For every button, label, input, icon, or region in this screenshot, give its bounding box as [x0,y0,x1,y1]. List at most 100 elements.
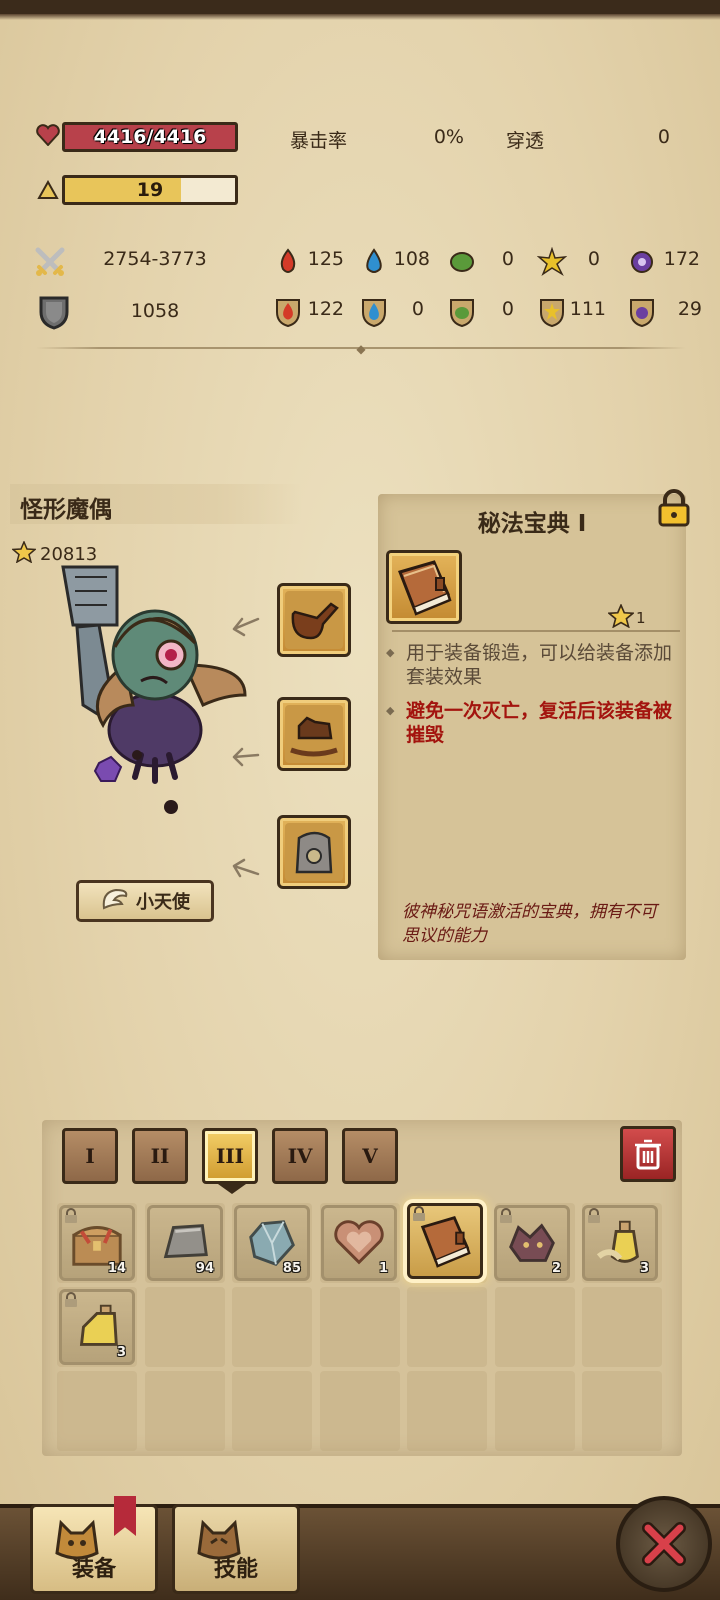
wing-icon [100,886,130,916]
inventory-grid-cell[interactable] [319,1287,400,1367]
drop-slot-rocking-horse[interactable] [277,697,351,771]
pipe-icon [285,591,343,649]
arrow-left-icon [228,858,260,882]
item-count: 14 [107,1261,126,1276]
hp-value: 4416/4416 [93,126,207,148]
angel-button[interactable]: 小天使 [76,880,214,922]
cat-helmet-icon [55,1519,99,1560]
star-icon [11,540,37,567]
inventory-slot-spellbook[interactable] [407,1203,483,1279]
item-count: 94 [195,1261,214,1276]
water-attack-icon [356,246,392,278]
dark-defense-icon [624,296,660,328]
angel-label: 小天使 [136,892,190,913]
detail-divider [392,630,680,632]
star-icon [606,603,636,632]
inventory-slot-wolf-head[interactable]: 2 [494,1205,570,1281]
inventory-slot-treasure-chest[interactable]: 14 [59,1205,135,1281]
inventory-grid-cell[interactable] [582,1287,662,1367]
lock-icon[interactable] [656,488,692,528]
dark-attack-icon [624,246,660,278]
nature-defense-value: 0 [501,298,514,320]
inventory-slot-iron-ingot[interactable]: 94 [147,1205,223,1281]
crossed-swords-icon [32,244,68,280]
dark-defense-value: 29 [677,298,702,320]
item-star-level: 1 [606,603,646,632]
item-count: 1 [378,1261,388,1276]
inventory-grid-cell[interactable] [319,1371,400,1451]
item-count: 3 [639,1261,649,1276]
lock-icon [65,1208,77,1223]
level-bar: 19 [62,175,238,205]
heart-icon [34,121,62,149]
lock-icon [500,1208,512,1223]
divider-ornament: ◆ [356,342,366,356]
inventory-grid-cell[interactable] [232,1371,312,1451]
item-count: 3 [116,1345,126,1360]
close-icon [642,1522,686,1566]
equip-tab-button[interactable]: 装备 [30,1504,158,1594]
tab-5[interactable]: V [342,1128,398,1184]
lightning-defense-value: 111 [569,298,606,320]
golem-monster-sprite[interactable] [55,555,265,815]
shield-icon [36,293,72,331]
inventory-grid-cell[interactable] [494,1287,575,1367]
dark-attack-value: 172 [663,248,700,270]
lightning-attack-value: 0 [587,248,600,270]
nature-attack-value: 0 [501,248,514,270]
lock-icon [413,1206,425,1221]
inventory-grid-cell[interactable] [582,1371,662,1451]
inventory-grid-cell[interactable] [407,1371,487,1451]
inventory-grid-cell[interactable] [144,1287,225,1367]
inventory-grid-cell[interactable] [144,1371,225,1451]
tab-4[interactable]: IV [272,1128,328,1184]
spellbook-item [386,550,462,624]
item-description: 用于装备锻造，可以给装备添加套装效果 [386,641,676,689]
monster-name: 怪形魔偶 [20,497,112,523]
item-flavor-text: 彼神秘咒语激活的宝典，拥有不可思议的能力 [402,902,657,946]
drop-slot-bag[interactable] [277,815,351,889]
spellbook-icon [398,560,452,616]
lightning-defense-icon [534,296,570,328]
fire-defense-icon [270,296,306,328]
defense-value: 1058 [130,300,180,322]
attack-range-value: 2754-3773 [103,248,207,270]
trash-button[interactable] [620,1126,676,1182]
inventory-grid-cell[interactable] [232,1287,312,1367]
inventory-slot-crystal[interactable]: 85 [234,1205,310,1281]
item-title: 秘法宝典 I [477,511,587,537]
skill-tab-button[interactable]: 技能 [172,1504,300,1594]
arrow-left-icon [228,745,260,769]
drop-slot-pipe[interactable] [277,583,351,657]
top-frame [0,0,720,20]
fire-attack-value: 125 [307,248,344,270]
crit-value: 0% [433,126,464,148]
crit-label: 暴击率 [290,130,348,152]
inventory-grid-cell[interactable] [57,1371,137,1451]
fire-defense-value: 122 [307,298,344,320]
item-effect: 避免一次灭亡，复活后该装备被摧毁 [386,699,676,747]
inventory-grid-cell[interactable] [494,1371,575,1451]
pierce-label: 穿透 [506,130,545,152]
water-attack-value: 108 [393,248,430,270]
lock-icon [588,1208,600,1223]
rocking-horse-icon [285,705,343,763]
tab-1[interactable]: I [62,1128,118,1184]
cat-skill-icon [197,1519,241,1560]
active-tab-pointer [218,1184,246,1194]
star-level-value: 1 [636,609,646,627]
water-defense-value: 0 [411,298,424,320]
trash-icon [635,1139,661,1170]
inventory-grid-cell[interactable] [407,1287,487,1367]
item-count: 85 [282,1261,301,1276]
hp-bar: 4416/4416 [62,122,238,152]
arrow-left-icon [228,613,260,637]
tab-2[interactable]: II [132,1128,188,1184]
tab-3[interactable]: III [202,1128,258,1184]
inventory-slot-potion[interactable]: 3 [582,1205,658,1281]
close-button[interactable] [616,1496,712,1592]
inventory-slot-potion-bottle[interactable]: 3 [59,1289,135,1365]
inventory-slot-heart[interactable]: 1 [321,1205,397,1281]
lock-icon [65,1292,77,1307]
pierce-value: 0 [657,126,670,148]
